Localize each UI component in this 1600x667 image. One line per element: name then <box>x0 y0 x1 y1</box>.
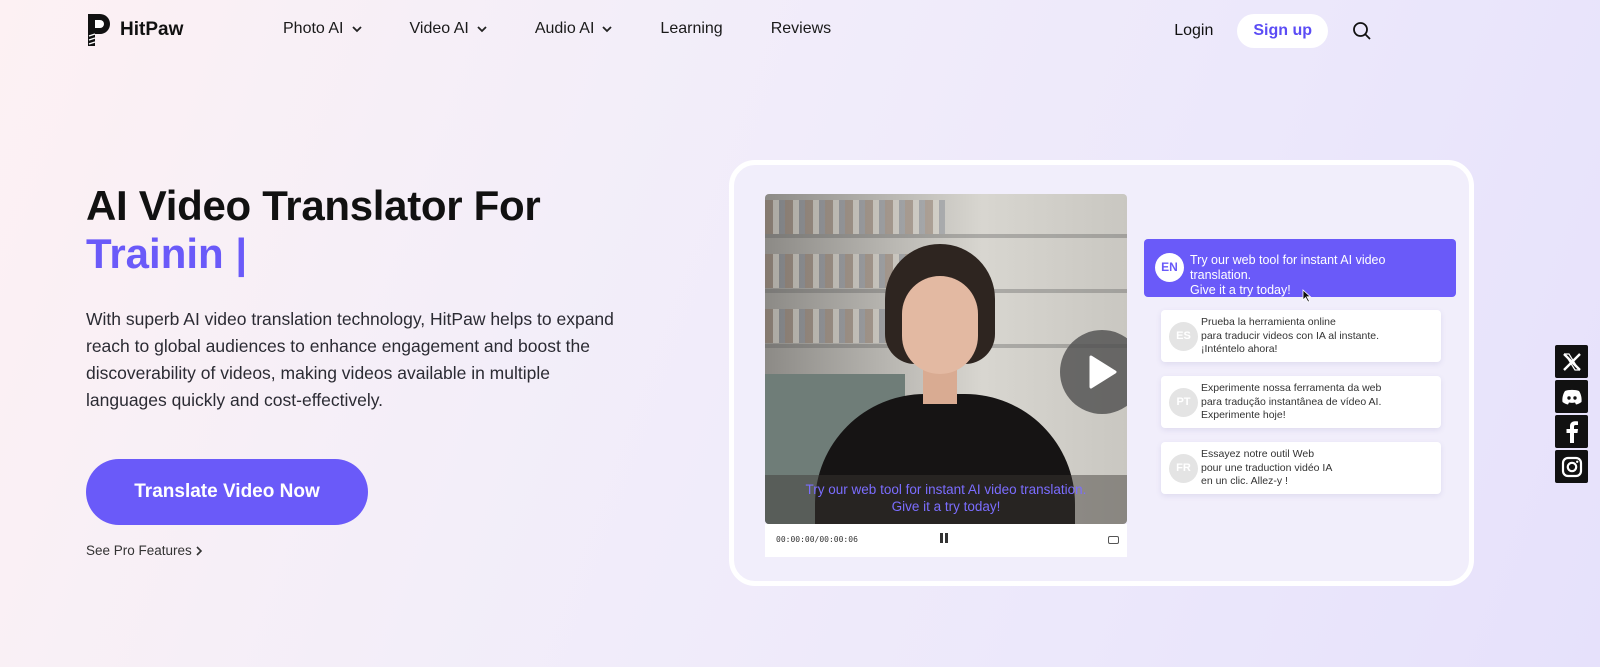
nav-item-audio-ai[interactable]: Audio AI <box>535 20 613 38</box>
translation-item-pt[interactable]: PT Experimente nossa ferramenta da web p… <box>1161 376 1441 428</box>
pause-icon[interactable] <box>939 533 949 545</box>
language-badge: FR <box>1169 454 1198 483</box>
translation-item-es[interactable]: ES Prueba la herramienta online para tra… <box>1161 310 1441 362</box>
discord-icon[interactable] <box>1555 380 1588 413</box>
captions-icon[interactable] <box>1108 536 1119 544</box>
main-nav: Photo AI Video AI Audio AI Learning Revi… <box>283 20 879 38</box>
video-caption-line: Give it a try today! <box>891 499 1001 514</box>
social-links <box>1555 345 1588 483</box>
brand-logo[interactable]: HitPaw <box>86 12 183 48</box>
nav-item-label: Audio AI <box>534 20 595 37</box>
play-icon <box>1089 355 1117 389</box>
translation-line: pour une traduction vidéo IA <box>1201 461 1333 474</box>
translation-demo-card: Try our web tool for instant AI video tr… <box>729 160 1474 586</box>
video-controls: 00:00:00/00:00:06 <box>765 524 1127 557</box>
translation-line: Experimente nossa ferramenta da web <box>1201 382 1382 394</box>
video-caption-line: Try our web tool for instant AI video tr… <box>805 482 1087 497</box>
signup-button[interactable]: Sign up <box>1237 14 1328 48</box>
nav-item-label: Photo AI <box>283 20 344 37</box>
hero-title: AI Video Translator For <box>86 182 541 229</box>
nav-item-photo-ai[interactable]: Photo AI <box>283 20 362 38</box>
demo-video[interactable]: Try our web tool for instant AI video tr… <box>765 194 1127 524</box>
facebook-icon[interactable] <box>1555 415 1588 448</box>
translate-video-button[interactable]: Translate Video Now <box>86 459 368 525</box>
hitpaw-logo-icon <box>88 14 110 46</box>
nav-item-reviews[interactable]: Reviews <box>771 20 831 38</box>
nav-item-label: Reviews <box>770 20 832 37</box>
translation-line: Prueba la herramienta online <box>1201 316 1336 328</box>
hero-title-typing: Trainin | <box>86 230 248 277</box>
translation-line: Experimente hoje! <box>1201 409 1286 421</box>
nav-item-label: Video AI <box>409 20 469 37</box>
chevron-right-icon <box>196 545 202 556</box>
translation-line: Essayez notre outil Web <box>1201 448 1315 460</box>
header-actions: Login Sign up <box>1174 14 1372 48</box>
nav-item-video-ai[interactable]: Video AI <box>410 20 487 38</box>
video-timestamp: 00:00:00/00:00:06 <box>776 535 858 544</box>
language-badge: PT <box>1169 388 1198 417</box>
bookshelf-books <box>765 200 945 234</box>
hero-description: With superb AI video translation technol… <box>86 309 614 410</box>
x-icon[interactable] <box>1555 345 1588 378</box>
translation-line: ¡Inténtelo ahora! <box>1201 343 1278 355</box>
chevron-down-icon <box>351 25 362 32</box>
presenter-face <box>902 276 978 374</box>
play-button[interactable] <box>1060 330 1127 414</box>
translation-line: en un clic. Allez-y ! <box>1201 475 1288 487</box>
translation-item-fr[interactable]: FR Essayez notre outil Web pour une trad… <box>1161 442 1441 494</box>
bookshelf-shelf <box>765 234 1127 238</box>
translation-line: para tradução instantânea de vídeo AI. <box>1201 395 1382 408</box>
chevron-down-icon <box>477 25 487 32</box>
translation-item-en[interactable]: EN Try our web tool for instant AI video… <box>1144 239 1456 297</box>
see-pro-features-label: See Pro Features <box>86 543 192 558</box>
brand-name: HitPaw <box>120 19 184 40</box>
translation-line: Try our web tool for instant AI video tr… <box>1190 253 1386 282</box>
chevron-down-icon <box>602 25 613 32</box>
language-badge: ES <box>1169 322 1198 351</box>
see-pro-features-link[interactable]: See Pro Features <box>86 543 203 558</box>
nav-item-label: Learning <box>660 20 723 37</box>
translation-line: Give it a try today! <box>1190 283 1291 297</box>
instagram-icon[interactable] <box>1555 450 1588 483</box>
login-link[interactable]: Login <box>1174 22 1213 40</box>
nav-item-learning[interactable]: Learning <box>660 20 722 38</box>
video-caption: Try our web tool for instant AI video tr… <box>765 475 1127 524</box>
site-header: HitPaw Photo AI Video AI Audio AI Learni… <box>0 0 1600 64</box>
mouse-cursor-icon <box>1302 289 1312 303</box>
translation-line: para traducir videos con IA al instante. <box>1201 329 1380 342</box>
language-badge: EN <box>1155 253 1184 282</box>
search-icon[interactable] <box>1352 21 1372 41</box>
